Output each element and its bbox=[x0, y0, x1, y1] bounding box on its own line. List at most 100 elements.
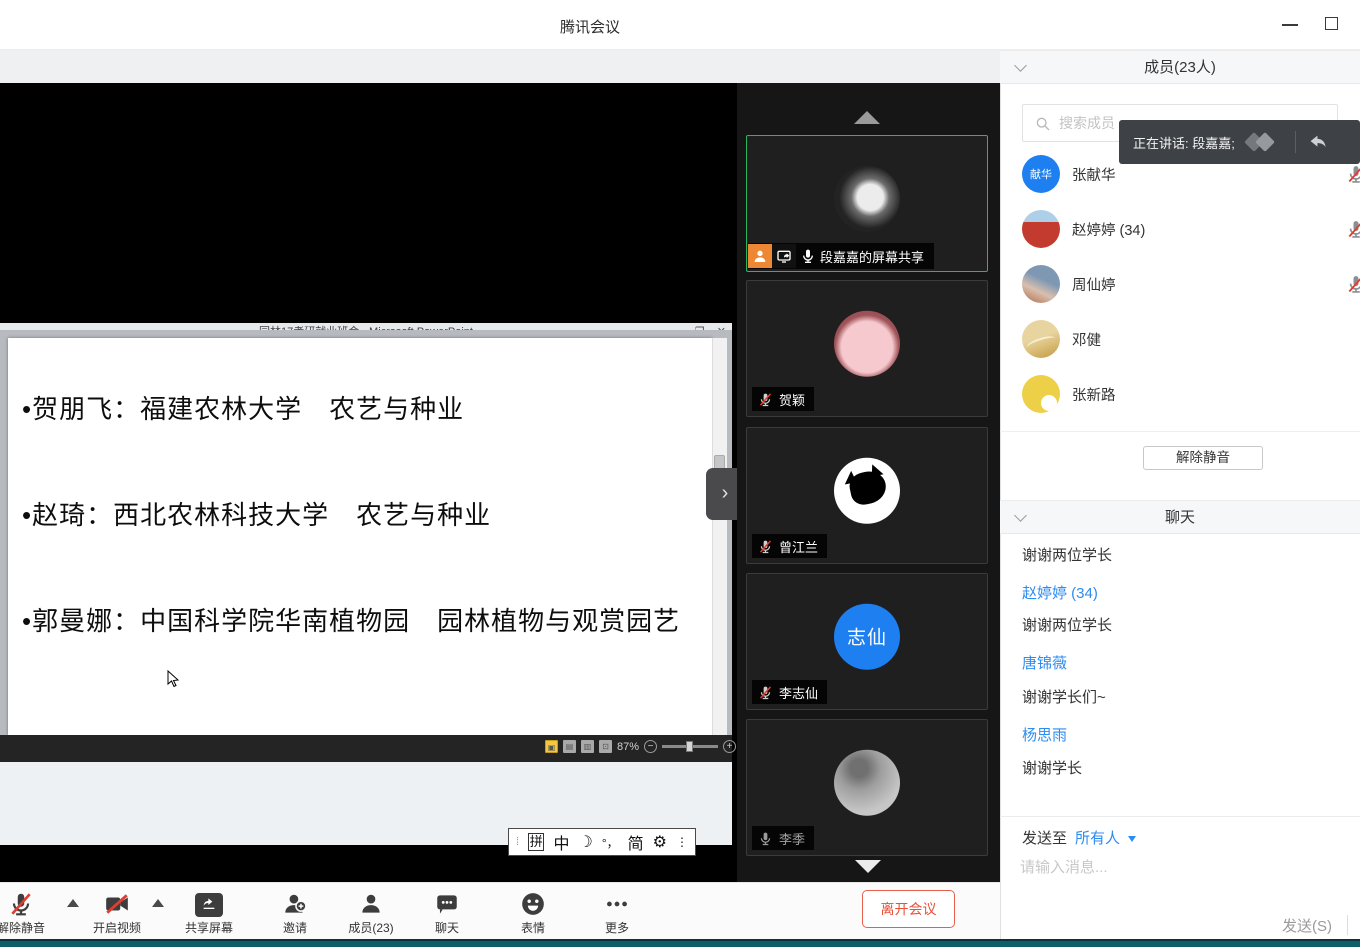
ppt-zoom-level: 87% bbox=[617, 741, 639, 753]
video-tile[interactable]: 贺颖 bbox=[746, 280, 988, 417]
tile-name: 曾江兰 bbox=[779, 537, 818, 556]
chat-header: 聊天 bbox=[1000, 500, 1360, 534]
invite-button[interactable]: 邀请 bbox=[260, 889, 330, 936]
divider bbox=[1000, 816, 1360, 817]
scroll-up-icon[interactable] bbox=[854, 111, 880, 124]
tile-label: 贺颖 bbox=[752, 387, 814, 411]
chat-sender[interactable]: 赵婷婷 (34) bbox=[1022, 582, 1098, 603]
slide-bullet-2: •赵琦：西北农林科技大学 农艺与种业 bbox=[22, 495, 491, 532]
video-tile[interactable]: 曾江兰 bbox=[746, 427, 988, 564]
ppt-zoom-slider[interactable] bbox=[662, 745, 718, 748]
ppt-zoom-in-icon[interactable]: + bbox=[723, 740, 736, 753]
chat-bubble-icon bbox=[412, 889, 482, 917]
unmute-toolbar-button[interactable]: 解除静音 bbox=[0, 889, 56, 936]
more-button[interactable]: 更多 bbox=[582, 889, 652, 936]
mic-on-icon bbox=[758, 831, 773, 846]
emoji-button[interactable]: 表情 bbox=[498, 889, 568, 936]
video-thumbnail-strip: 段嘉嘉的屏幕共享 贺颖 曾江兰 志仙 李志仙 bbox=[737, 83, 1000, 882]
mic-muted-icon bbox=[0, 889, 56, 917]
tile-name: 李志仙 bbox=[779, 683, 818, 702]
member-name: 赵婷婷 (34) bbox=[1072, 219, 1145, 240]
smiley-icon bbox=[498, 889, 568, 917]
ppt-zoom-slider-thumb[interactable] bbox=[686, 741, 693, 752]
ppt-slideshow-icon[interactable]: ⊡ bbox=[599, 740, 612, 753]
search-icon bbox=[1035, 116, 1051, 132]
avatar: 献华 bbox=[1022, 155, 1060, 193]
member-icon bbox=[336, 889, 406, 917]
more-dots-icon bbox=[582, 889, 652, 917]
ime-toolbar: ⁞ 拼 中 ☽ °， 简 ⚙ ⋮ bbox=[508, 828, 696, 856]
video-tile[interactable]: 志仙 李志仙 bbox=[746, 573, 988, 710]
ime-punctuation-icon[interactable]: °， bbox=[602, 834, 619, 851]
ime-simplified-icon[interactable]: 简 bbox=[628, 830, 644, 854]
avatar bbox=[834, 165, 900, 231]
chevron-down-icon[interactable] bbox=[1128, 836, 1136, 842]
ime-pinyin-icon[interactable]: 拼 bbox=[528, 833, 544, 851]
scroll-down-icon[interactable] bbox=[855, 860, 881, 873]
member-name: 张新路 bbox=[1072, 384, 1116, 405]
video-options-icon[interactable] bbox=[152, 899, 164, 907]
members-button[interactable]: 成员(23) bbox=[336, 889, 406, 936]
members-title: 成员(23人) bbox=[1000, 51, 1360, 84]
chat-button[interactable]: 聊天 bbox=[412, 889, 482, 936]
maximize-icon[interactable] bbox=[1325, 17, 1338, 30]
avatar bbox=[1022, 265, 1060, 303]
ppt-normal-view-icon[interactable]: ▣ bbox=[545, 740, 558, 753]
slide-bullet-1: •贺朋飞：福建农林大学 农艺与种业 bbox=[22, 389, 464, 426]
video-tile-sharing[interactable]: 段嘉嘉的屏幕共享 bbox=[746, 135, 988, 272]
ppt-sorter-view-icon[interactable]: ▤ bbox=[563, 740, 576, 753]
avatar bbox=[1022, 320, 1060, 358]
chat-input[interactable] bbox=[1020, 852, 1320, 882]
reply-arrow-icon[interactable] bbox=[1306, 131, 1328, 153]
ppt-reading-view-icon[interactable]: ▥ bbox=[581, 740, 594, 753]
avatar bbox=[834, 310, 900, 376]
ppt-zoom-out-icon[interactable]: − bbox=[644, 740, 657, 753]
mouse-cursor bbox=[166, 670, 180, 693]
host-badge-icon bbox=[748, 244, 772, 268]
ime-chinese-mode-icon[interactable]: 中 bbox=[553, 830, 569, 854]
member-row[interactable]: 张新路 bbox=[1022, 366, 1360, 421]
mic-options-icon[interactable] bbox=[67, 899, 79, 907]
screen-share-badge-icon bbox=[772, 244, 796, 268]
mic-muted-icon bbox=[1346, 274, 1360, 294]
chat-message: 谢谢两位学长 bbox=[1022, 614, 1112, 635]
tile-label: 李季 bbox=[752, 826, 814, 850]
members-header: 成员(23人) bbox=[1000, 50, 1360, 84]
send-to-selector[interactable]: 所有人 bbox=[1075, 827, 1120, 848]
share-info-bar: 01:13:54 bbox=[0, 50, 1000, 83]
member-row[interactable]: 周仙婷 bbox=[1022, 256, 1360, 311]
unmute-button[interactable]: 解除静音 bbox=[1143, 446, 1263, 470]
ime-grip[interactable]: ⁞ bbox=[516, 836, 519, 848]
share-screen-icon bbox=[174, 889, 244, 917]
video-tile[interactable]: 李季 bbox=[746, 719, 988, 856]
ime-toolbox-icon[interactable]: ⋮ bbox=[676, 835, 688, 849]
ime-moon-icon[interactable]: ☽ bbox=[578, 832, 592, 852]
ime-settings-icon[interactable]: ⚙ bbox=[653, 832, 667, 852]
leave-meeting-button[interactable]: 离开会议 bbox=[862, 890, 955, 928]
mic-on-icon bbox=[796, 244, 820, 268]
send-to-row: 发送至 所有人 bbox=[1022, 827, 1136, 848]
meeting-toolbar: 解除静音 开启视频 共享屏幕 邀请 成员(23) bbox=[0, 882, 1000, 939]
chat-title: 聊天 bbox=[1000, 501, 1360, 534]
chat-sender[interactable]: 杨思雨 bbox=[1022, 724, 1067, 745]
ppt-vertical-scrollbar[interactable] bbox=[712, 338, 727, 735]
ppt-zoom-controls: ▣ ▤ ▥ ⊡ 87% − + ⛶ bbox=[545, 740, 754, 753]
minimize-icon[interactable] bbox=[1282, 24, 1298, 26]
share-screen-button[interactable]: 共享屏幕 bbox=[174, 889, 244, 936]
member-name: 邓健 bbox=[1072, 329, 1101, 350]
tile-name: 段嘉嘉的屏幕共享 bbox=[820, 247, 924, 266]
member-row[interactable]: 赵婷婷 (34) bbox=[1022, 201, 1360, 256]
member-row[interactable]: 邓健 bbox=[1022, 311, 1360, 366]
taskbar-edge bbox=[0, 939, 1360, 947]
chat-sender[interactable]: 唐锦薇 bbox=[1022, 652, 1067, 673]
mic-muted-icon bbox=[1346, 219, 1360, 239]
avatar bbox=[1022, 375, 1060, 413]
mic-muted-icon bbox=[758, 392, 773, 407]
avatar bbox=[834, 457, 900, 523]
send-button[interactable]: 发送(S) bbox=[1282, 915, 1332, 936]
start-video-button[interactable]: 开启视频 bbox=[82, 889, 152, 936]
window-title: 腾讯会议 bbox=[500, 16, 680, 37]
member-name: 周仙婷 bbox=[1072, 274, 1116, 295]
camera-off-icon bbox=[82, 889, 152, 917]
invite-icon bbox=[260, 889, 330, 917]
